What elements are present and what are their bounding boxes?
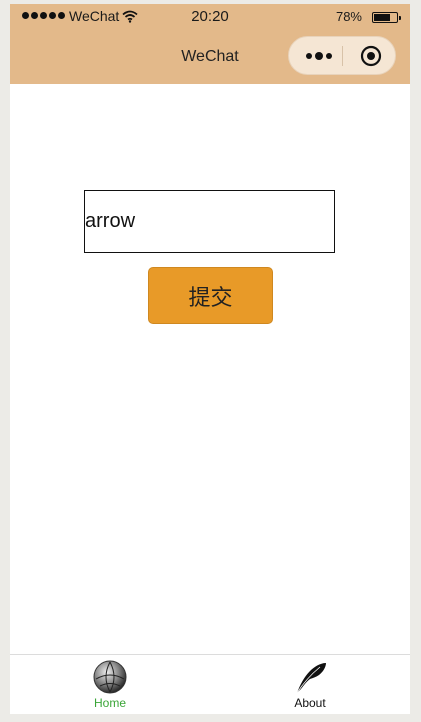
battery-fill [374,14,391,21]
status-bar: WeChat 20:20 78% [10,4,410,30]
mini-program-capsule [288,36,396,75]
tab-home[interactable]: Home [10,655,210,714]
feather-icon [296,663,326,694]
tab-about[interactable]: About [210,655,410,714]
globe-icon [93,660,127,694]
tab-about-label: About [294,696,326,710]
more-dots-icon[interactable] [299,37,339,74]
target-circle-icon[interactable] [351,37,391,74]
capsule-divider [342,46,343,66]
battery-icon [372,12,401,23]
battery-percent: 78% [335,9,362,24]
phone-screen: WeChat 20:20 78% WeChat arrow 提交 Home Ab… [10,4,410,714]
text-input[interactable] [84,190,335,253]
header: WeChat 20:20 78% WeChat [10,4,410,84]
tab-home-label: Home [93,696,126,710]
tab-bar: Home About [10,654,410,714]
submit-button[interactable]: 提交 [148,267,273,324]
